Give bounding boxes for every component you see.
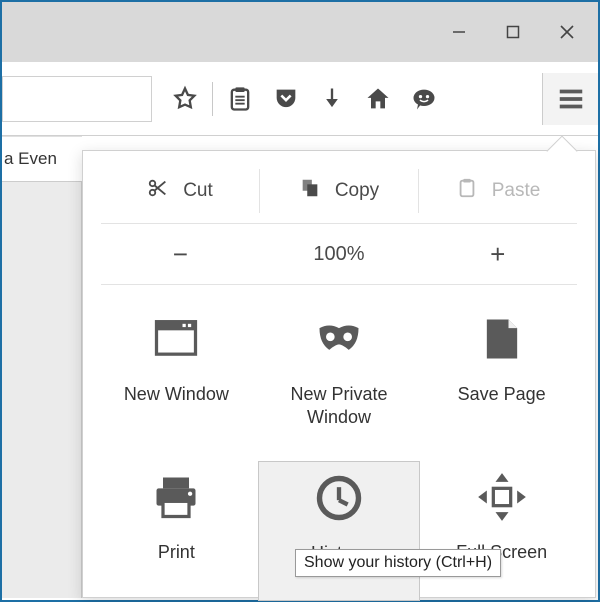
copy-label: Copy (335, 180, 379, 202)
downloads-icon[interactable] (309, 76, 355, 122)
minimize-button[interactable] (432, 12, 486, 52)
cut-button[interactable]: Cut (101, 169, 259, 213)
clipboard-icon[interactable] (217, 76, 263, 122)
plus-icon: + (490, 239, 505, 270)
save-page-button[interactable]: Save Page (420, 303, 583, 443)
paste-icon (456, 177, 478, 205)
page-icon (472, 309, 532, 369)
history-button[interactable]: History (258, 461, 421, 601)
menu-arrow (546, 135, 577, 166)
copy-icon (299, 177, 321, 205)
copy-button[interactable]: Copy (259, 169, 418, 213)
edit-row: Cut Copy Paste (101, 169, 577, 224)
cut-label: Cut (183, 180, 213, 202)
print-button[interactable]: Print (95, 461, 258, 601)
maximize-button[interactable] (486, 12, 540, 52)
history-tooltip: Show your history (Ctrl+H) (295, 549, 501, 577)
new-window-label: New Window (124, 383, 229, 406)
tab-label[interactable]: a Even (2, 136, 82, 182)
new-private-window-label: New Private Window (258, 383, 421, 428)
home-icon[interactable] (355, 76, 401, 122)
content-background (2, 182, 82, 598)
browser-toolbar (2, 62, 598, 136)
tooltip-text: Show your history (Ctrl+H) (304, 554, 492, 571)
tab-text: a Even (4, 149, 57, 169)
new-window-button[interactable]: New Window (95, 303, 258, 443)
toolbar-separator (212, 82, 213, 116)
hamburger-menu-panel: Cut Copy Paste − 100% + (82, 150, 596, 598)
printer-icon (146, 467, 206, 527)
zoom-value: 100% (313, 243, 364, 266)
fullscreen-icon (472, 467, 532, 527)
scissors-icon (147, 177, 169, 205)
close-button[interactable] (540, 12, 594, 52)
full-screen-button[interactable]: Full Screen (420, 461, 583, 601)
paste-label: Paste (492, 180, 541, 202)
save-page-label: Save Page (458, 383, 546, 406)
pocket-icon[interactable] (263, 76, 309, 122)
url-bar[interactable] (2, 76, 152, 122)
history-icon (309, 468, 369, 528)
zoom-level[interactable]: 100% (260, 232, 419, 276)
menu-button[interactable] (542, 73, 598, 125)
zoom-row: − 100% + (101, 232, 577, 285)
zoom-out-button[interactable]: − (101, 232, 260, 276)
window-titlebar (2, 2, 598, 62)
new-private-window-button[interactable]: New Private Window (258, 303, 421, 443)
window-icon (146, 309, 206, 369)
star-icon[interactable] (162, 76, 208, 122)
print-label: Print (158, 541, 195, 564)
mask-icon (309, 309, 369, 369)
paste-button[interactable]: Paste (418, 169, 577, 213)
chat-icon[interactable] (401, 76, 447, 122)
minus-icon: − (173, 239, 188, 270)
zoom-in-button[interactable]: + (418, 232, 577, 276)
